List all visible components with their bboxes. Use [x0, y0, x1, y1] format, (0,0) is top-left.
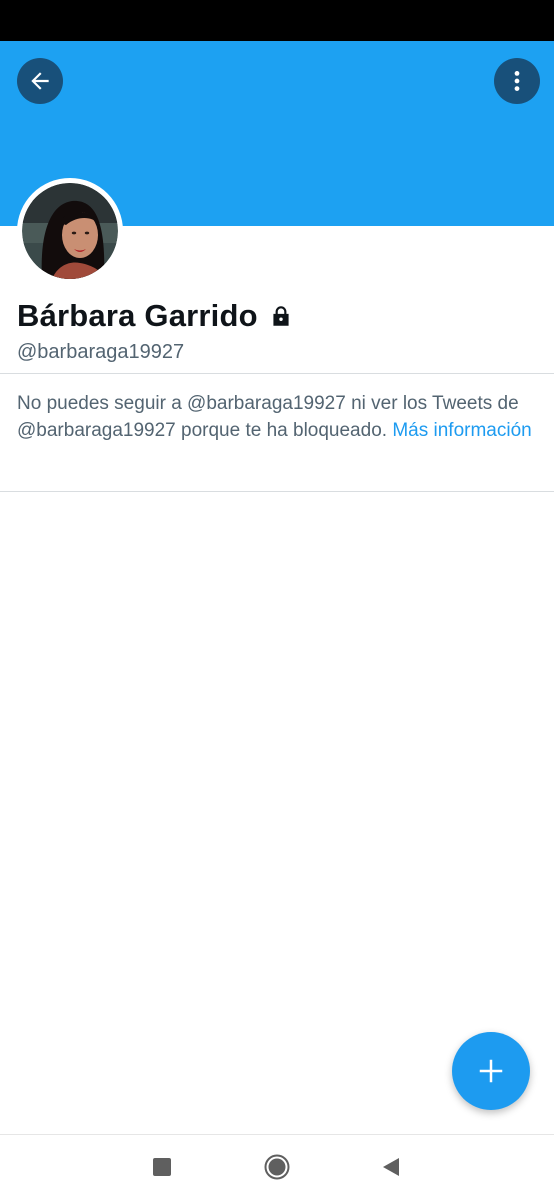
back-button[interactable]	[17, 58, 63, 104]
username-handle: @barbaraga19927	[17, 341, 185, 363]
display-name: Bárbara Garrido	[17, 298, 258, 333]
plus-icon	[479, 1059, 503, 1083]
profile-photo	[22, 183, 118, 279]
divider	[0, 491, 554, 492]
more-options-button[interactable]	[494, 58, 540, 104]
lock-icon	[273, 306, 289, 326]
compose-tweet-button[interactable]	[452, 1032, 530, 1110]
circle-icon[interactable]	[264, 1154, 290, 1180]
more-info-link[interactable]: Más información	[392, 420, 531, 441]
status-bar	[0, 0, 554, 41]
blocked-notice: No puedes seguir a @barbaraga19927 ni ve…	[17, 390, 537, 444]
profile-name-row: Bárbara Garrido	[17, 298, 294, 334]
divider	[0, 373, 554, 374]
square-icon[interactable]	[153, 1158, 171, 1176]
avatar[interactable]	[17, 178, 123, 284]
triangle-back-icon[interactable]	[380, 1156, 402, 1178]
more-vertical-icon	[514, 71, 520, 91]
arrow-left-icon	[31, 72, 49, 90]
